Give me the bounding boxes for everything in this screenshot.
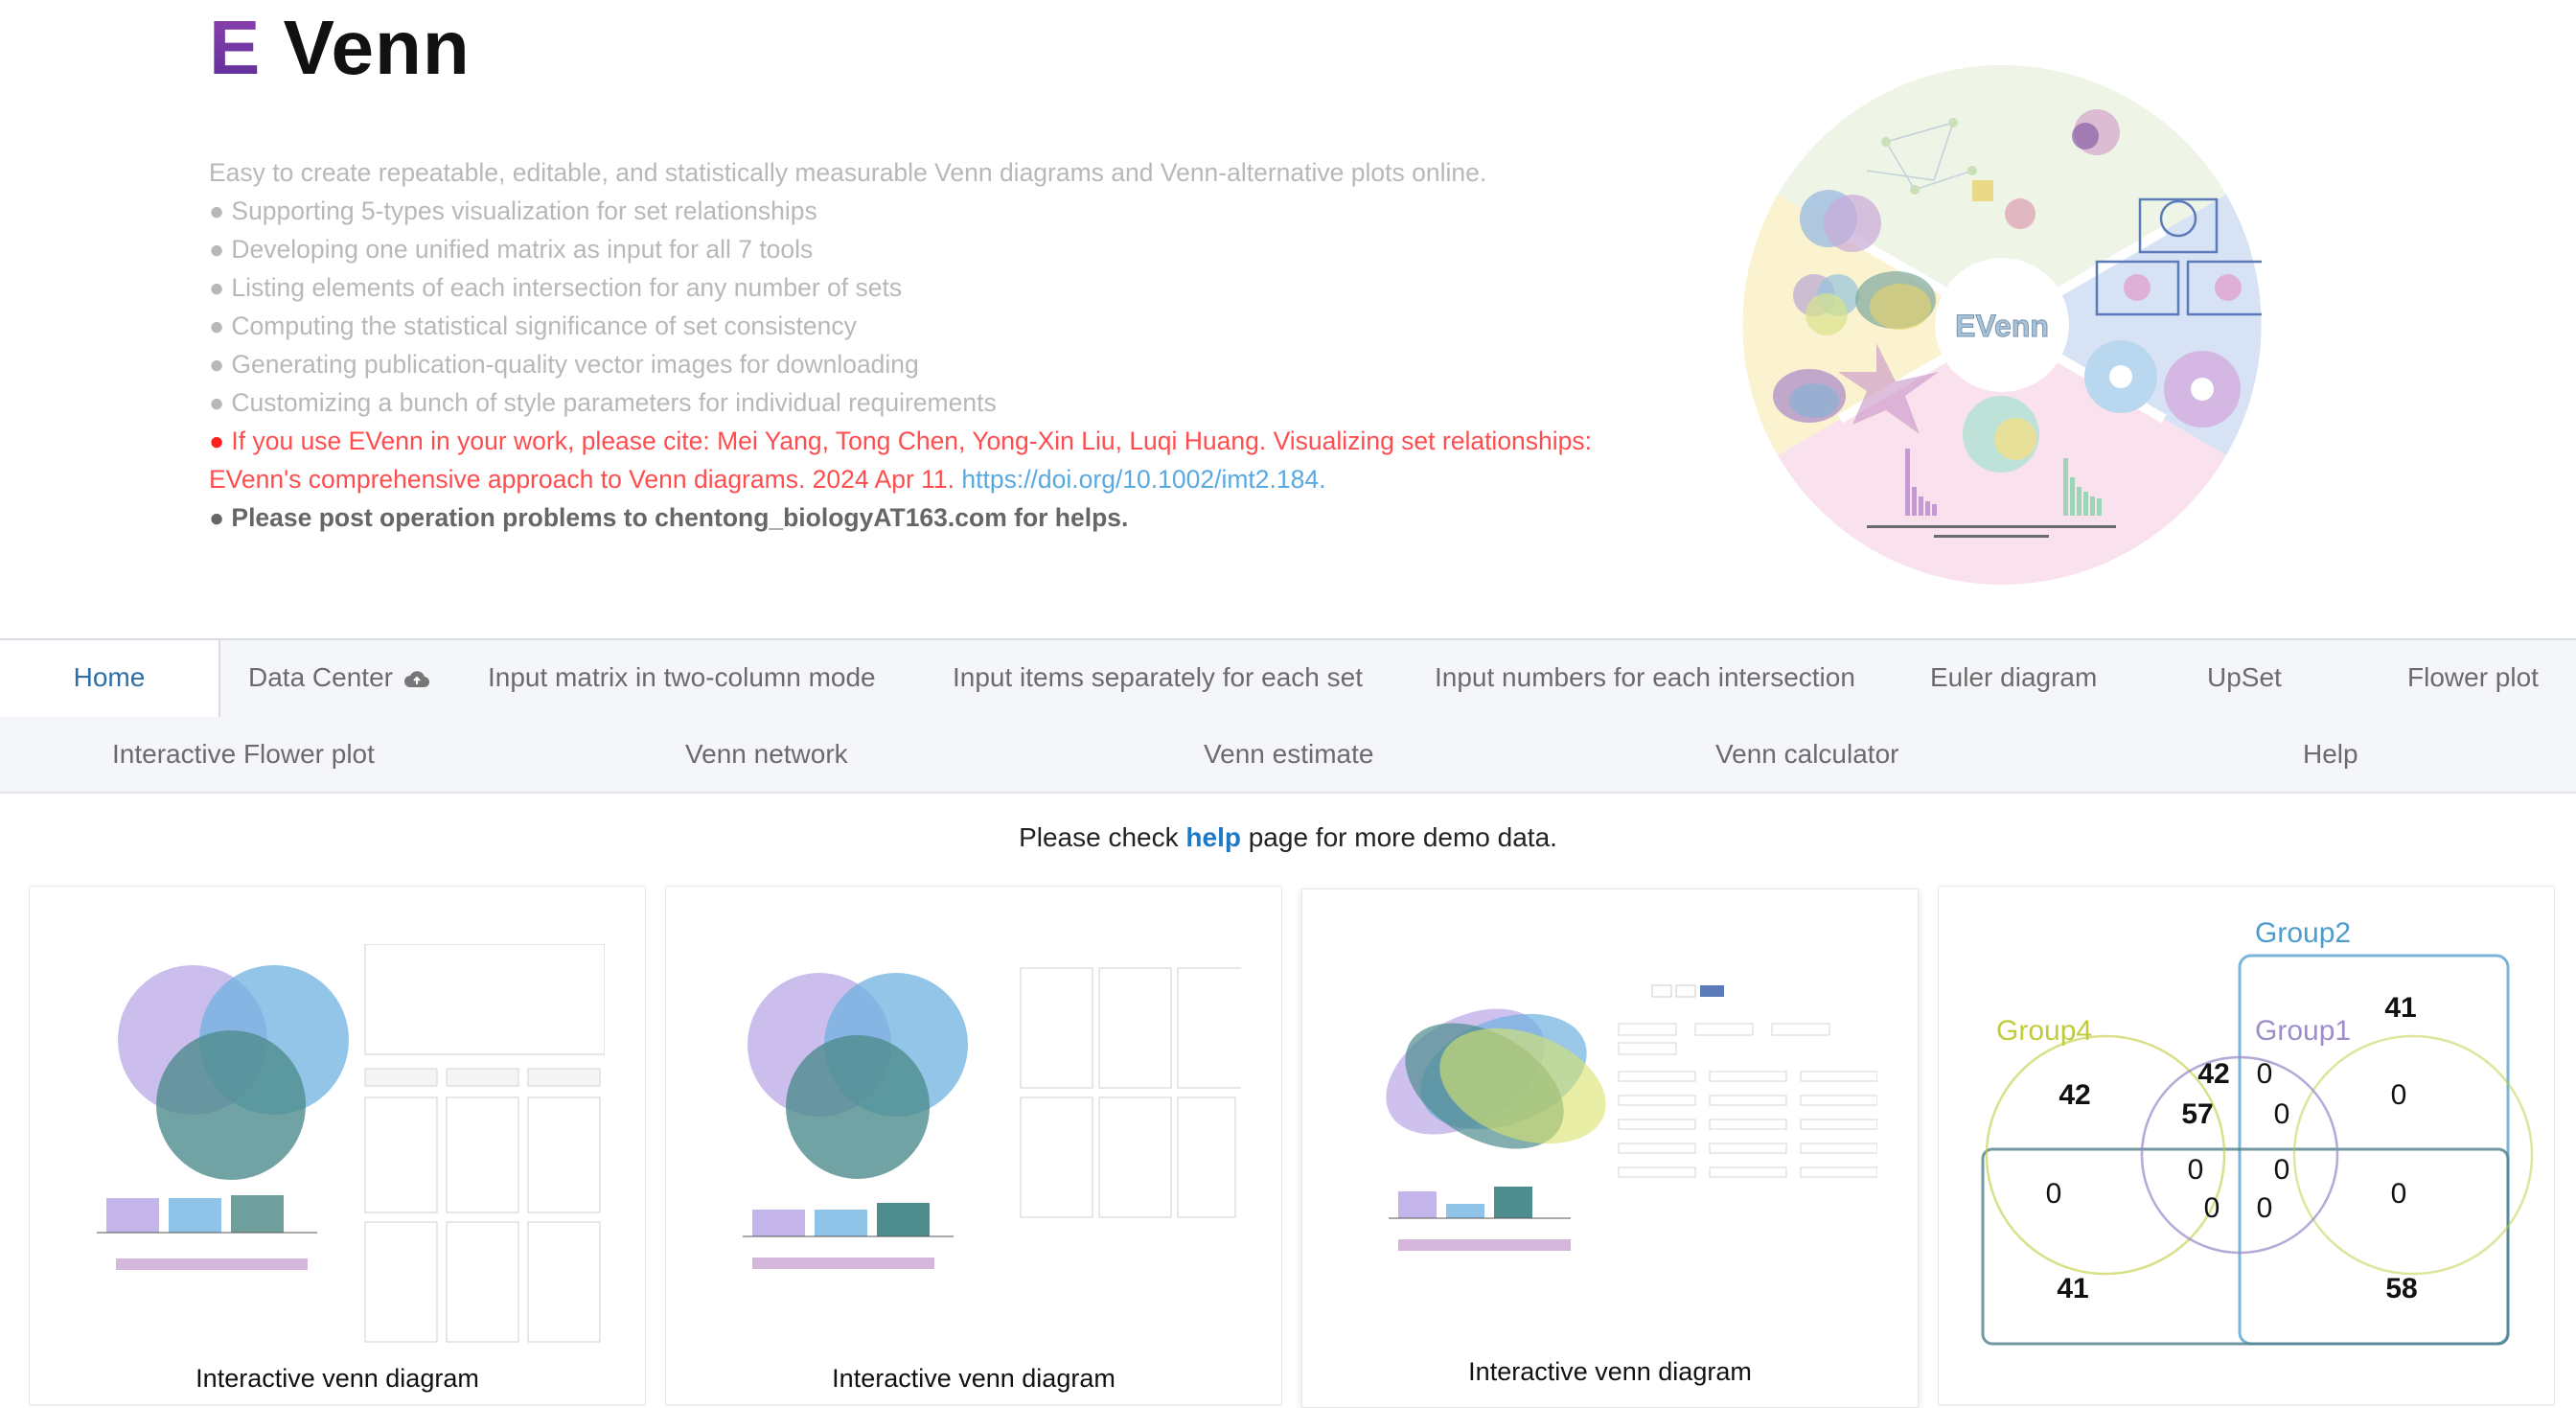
help-link[interactable]: help	[1185, 822, 1241, 852]
count-label: 58	[2385, 1273, 2417, 1304]
count-label: 0	[2257, 1058, 2273, 1090]
feature-item: ● Supporting 5-types visualization for s…	[209, 196, 817, 225]
main-navigation: Home Data Center Input matrix in two-col…	[0, 638, 2576, 794]
demo-card-3[interactable]: Interactive venn diagram	[1301, 889, 1919, 1408]
citation: ● If you use EVenn in your work, please …	[209, 427, 1593, 494]
bullet-icon: ●	[209, 196, 225, 225]
nav-venn-calculator[interactable]: Venn calculator	[1715, 717, 1898, 792]
euler-venn-diagram: Group2 Group4 Group1 41 42 42 0 57 0 0 0…	[1981, 917, 2534, 1346]
nav-input-items-each-set[interactable]: Input items separately for each set	[953, 640, 1363, 715]
count-label: 42	[2058, 1079, 2090, 1111]
demo-card-1[interactable]: Interactive venn diagram	[29, 886, 646, 1405]
nav-home[interactable]: Home	[0, 640, 220, 717]
nav-input-numbers-intersection[interactable]: Input numbers for each intersection	[1435, 640, 1855, 715]
count-label: 42	[2197, 1058, 2229, 1090]
bullet-icon: ●	[209, 503, 225, 532]
group2-label: Group2	[2255, 917, 2351, 949]
nav-euler-diagram[interactable]: Euler diagram	[1930, 640, 2097, 715]
count-label: 0	[2274, 1154, 2290, 1186]
logo-word: Venn	[283, 5, 471, 90]
group4-label: Group4	[1996, 1015, 2092, 1047]
count-label: 0	[2188, 1154, 2204, 1186]
card-title: Interactive venn diagram	[1468, 1357, 1752, 1386]
nav-row-2: Interactive Flower plot Venn network Ven…	[0, 717, 2576, 792]
contact-info: ● Please post operation problems to chen…	[209, 503, 1129, 532]
citation-link[interactable]: https://doi.org/10.1002/imt2.184.	[961, 465, 1325, 494]
bullet-icon: ●	[209, 235, 225, 264]
demo-card-2[interactable]: Interactive venn diagram	[665, 886, 1282, 1405]
card-title: Interactive venn diagram	[196, 1364, 479, 1393]
bullet-icon: ●	[209, 427, 225, 455]
count-label: 0	[2257, 1192, 2273, 1224]
demo-card-4[interactable]: Group2 Group4 Group1 41 42 42 0 57 0 0 0…	[1938, 886, 2555, 1405]
count-label: 41	[2057, 1273, 2088, 1304]
nav-help[interactable]: Help	[2303, 717, 2358, 792]
evenn-wheel-illustration: EVenn	[1742, 65, 2262, 585]
feature-item: ● Developing one unified matrix as input…	[209, 235, 814, 264]
count-label: 0	[2046, 1178, 2062, 1210]
group1-label: Group1	[2255, 1015, 2351, 1047]
card-title: Interactive venn diagram	[832, 1364, 1116, 1393]
logo-letter: E	[209, 5, 262, 90]
feature-item: ● Computing the statistical significance…	[209, 312, 857, 340]
nav-venn-estimate[interactable]: Venn estimate	[1204, 717, 1373, 792]
nav-interactive-flower-plot[interactable]: Interactive Flower plot	[112, 717, 375, 792]
count-label: 0	[2391, 1079, 2407, 1111]
feature-item: ● Listing elements of each intersection …	[209, 273, 903, 302]
nav-row-1: Home Data Center Input matrix in two-col…	[0, 640, 2576, 717]
nav-venn-network[interactable]: Venn network	[685, 717, 848, 792]
bullet-icon: ●	[209, 273, 225, 302]
demo-data-notice: Please check help page for more demo dat…	[1019, 822, 1557, 852]
nav-flower-plot[interactable]: Flower plot	[2407, 640, 2539, 715]
intro-text: Easy to create repeatable, editable, and…	[209, 153, 1627, 537]
venn-thumbnail	[743, 967, 1241, 1269]
count-label: 57	[2181, 1098, 2213, 1130]
feature-item: ● Customizing a bunch of style parameter…	[209, 388, 997, 417]
nav-input-matrix-two-column[interactable]: Input matrix in two-column mode	[488, 640, 876, 715]
group-right-circle	[2292, 1034, 2534, 1276]
count-label: 0	[2274, 1098, 2290, 1130]
cloud-upload-icon	[403, 670, 429, 687]
tagline: Easy to create repeatable, editable, and…	[209, 158, 1487, 187]
bullet-icon: ●	[209, 350, 225, 379]
bullet-icon: ●	[209, 312, 225, 340]
venn-thumbnail	[1386, 984, 1877, 1251]
bullet-icon: ●	[209, 388, 225, 417]
count-label: 0	[2204, 1192, 2220, 1224]
app-logo: E Venn	[209, 4, 471, 92]
wheel-center-label: EVenn	[1955, 309, 2049, 343]
nav-upset[interactable]: UpSet	[2207, 640, 2282, 715]
venn-thumbnail	[97, 944, 605, 1343]
nav-data-center[interactable]: Data Center	[248, 640, 429, 715]
feature-item: ● Generating publication-quality vector …	[209, 350, 919, 379]
count-label: 41	[2384, 992, 2416, 1024]
count-label: 0	[2391, 1178, 2407, 1210]
